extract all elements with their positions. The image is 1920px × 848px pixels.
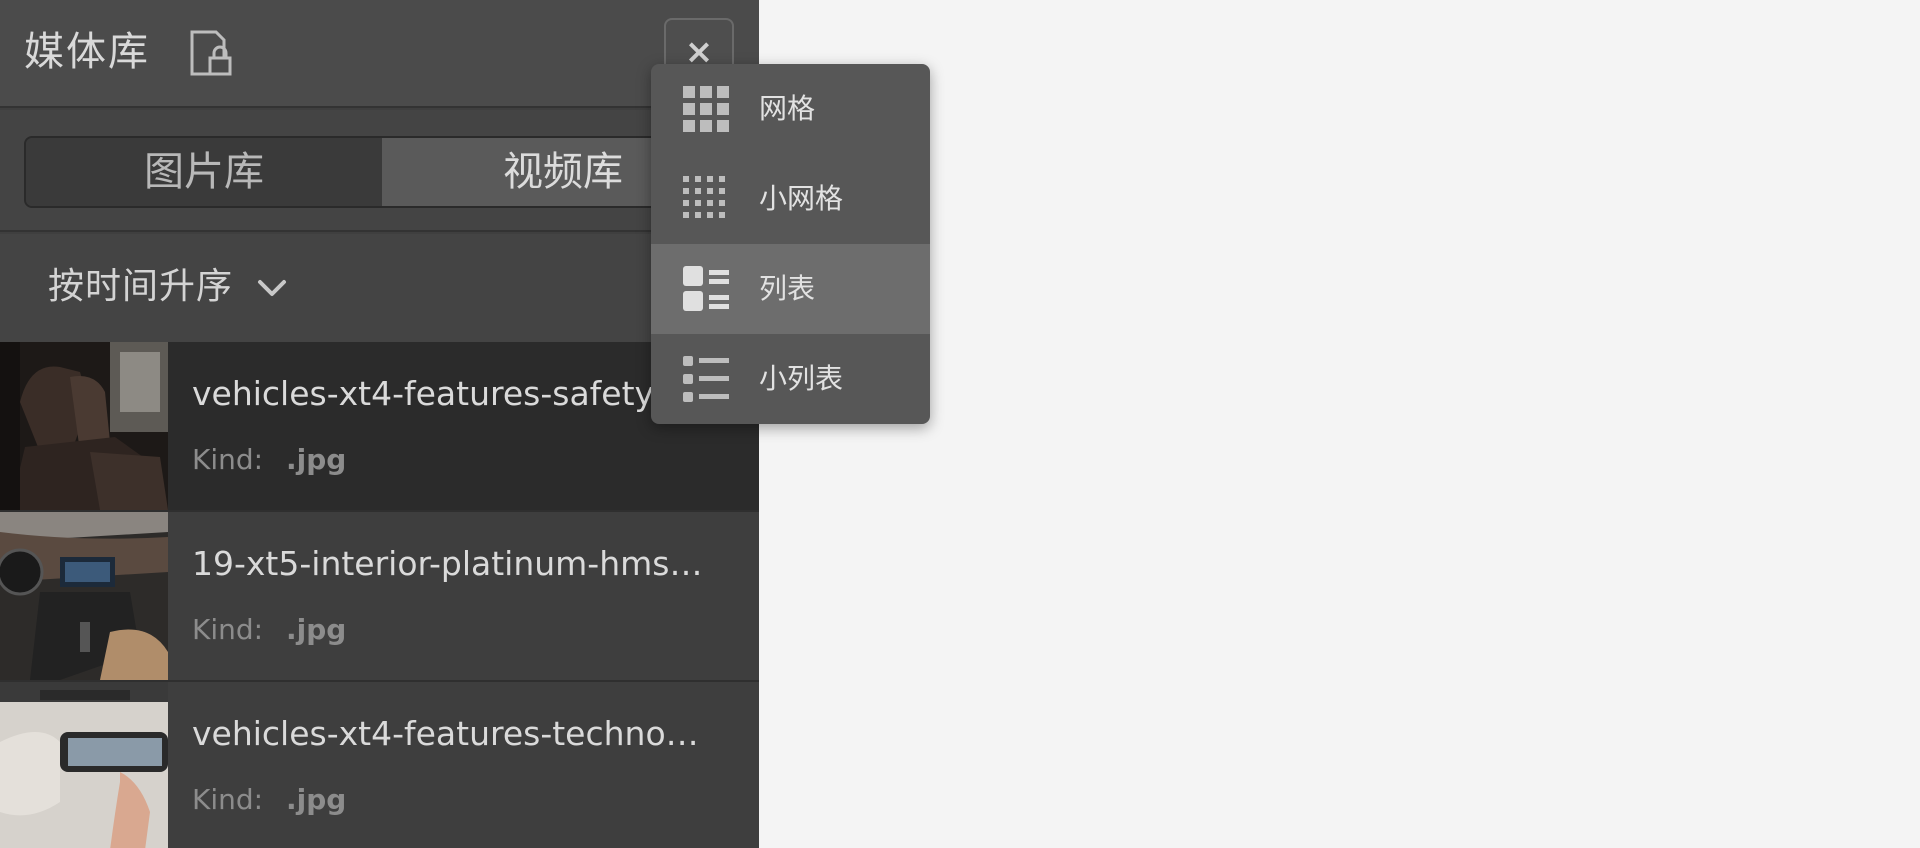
thumbnail-rearview-mirror: [0, 682, 168, 848]
menu-item-label: 小列表: [759, 362, 844, 395]
panel-title: 媒体库: [24, 29, 150, 75]
menu-item-small-list[interactable]: 小列表: [651, 334, 930, 424]
sort-label: 按时间升序: [48, 266, 234, 307]
kind-label: Kind:: [192, 783, 264, 816]
list-item[interactable]: 19-xt5-interior-platinum-hms… Kind: .jpg: [0, 512, 759, 682]
file-name: 19-xt5-interior-platinum-hms…: [192, 544, 703, 583]
menu-item-label: 列表: [759, 272, 816, 305]
menu-item-label: 网格: [759, 92, 816, 125]
list-icon: [681, 264, 731, 314]
menu-item-small-grid[interactable]: 小网格: [651, 154, 930, 244]
file-name: vehicles-xt4-features-techno…: [192, 714, 699, 753]
grid-icon: [681, 84, 731, 134]
panel-header: 媒体库 ×: [0, 0, 759, 108]
kind-value: .jpg: [286, 783, 347, 816]
list-item[interactable]: vehicles-xt4-features-safety Kind: .jpg: [0, 342, 759, 512]
small-list-icon: [681, 354, 731, 404]
lock-icon[interactable]: [186, 28, 238, 80]
menu-item-label: 小网格: [759, 182, 844, 215]
view-mode-menu: 网格 小网格 列表 小列表: [651, 64, 930, 424]
library-tabs-area: 图片库 视频库: [0, 110, 759, 232]
thumbnail-dashboard: [0, 512, 168, 680]
menu-item-list[interactable]: 列表: [651, 244, 930, 334]
list-item[interactable]: vehicles-xt4-features-techno… Kind: .jpg: [0, 682, 759, 848]
kind-label: Kind:: [192, 613, 264, 646]
kind-label: Kind:: [192, 443, 264, 476]
chevron-down-icon[interactable]: [254, 270, 290, 306]
tab-image-library[interactable]: 图片库: [26, 138, 382, 206]
sort-dropdown[interactable]: 按时间升序: [0, 234, 759, 342]
kind-value: .jpg: [286, 443, 347, 476]
media-library-panel: 媒体库 × 图片库 视频库 按时间升序 vehicles-xt4-feature…: [0, 0, 759, 848]
library-tabs: 图片库 视频库: [24, 136, 744, 208]
small-grid-icon: [681, 174, 731, 224]
kind-value: .jpg: [286, 613, 347, 646]
menu-item-grid[interactable]: 网格: [651, 64, 930, 154]
thumbnail-car-seats: [0, 342, 168, 510]
